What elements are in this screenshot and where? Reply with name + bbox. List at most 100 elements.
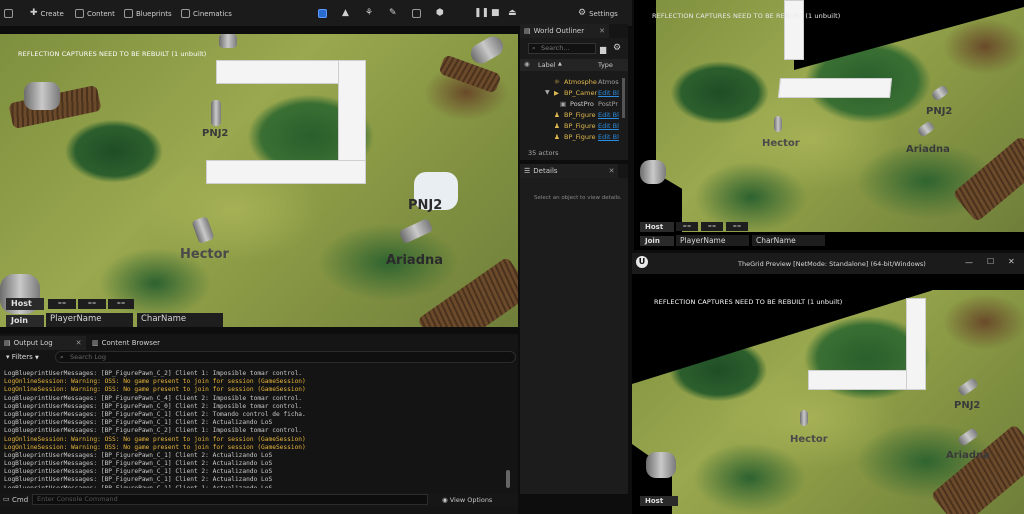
edit-blueprint-link[interactable]: Edit Bl [598, 111, 619, 119]
tab-details[interactable]: ☰ Details ✕ [520, 164, 619, 178]
host-button[interactable]: Host [6, 298, 44, 310]
log-search-input[interactable]: ⌕ Search Log [55, 351, 516, 363]
pnj2-small-pawn[interactable] [211, 100, 221, 126]
edit-blueprint-link[interactable]: Edit Bl [598, 133, 619, 141]
content-label: Content [87, 9, 115, 18]
widget-field[interactable]: == [78, 299, 106, 309]
outliner-row[interactable]: ♟ BP_Figure Edit Bl [520, 109, 620, 120]
join-button[interactable]: Join [6, 315, 44, 327]
pawn-cylinder[interactable] [640, 160, 666, 184]
search-icon: ⌕ [532, 44, 536, 52]
tab-world-outliner[interactable]: ▤ World Outliner ✕ [520, 24, 609, 38]
outliner-row[interactable]: ♟ BP_Figure Edit Bl [520, 120, 620, 131]
mesh-paint-button[interactable]: ✎ [389, 8, 397, 19]
stop-button[interactable]: ■ [491, 8, 500, 19]
modeling-button[interactable] [412, 8, 421, 19]
log-line: LogBlueprintUserMessages: [BP_FigurePawn… [4, 394, 303, 402]
hector-label: Hector [180, 247, 229, 262]
host-button[interactable]: Host [640, 496, 678, 506]
widget-field[interactable]: == [701, 222, 723, 231]
eject-button[interactable]: ⏏ [508, 8, 517, 19]
details-empty-text: Select an object to view details. [534, 195, 622, 201]
widget-field[interactable]: == [108, 299, 134, 309]
pause-icon: ❚❚ [474, 8, 490, 18]
outliner-tree: ☼ Atmosphe Atmos ▼ ▶ BP_Camer Edit Bl ▣ … [520, 76, 620, 144]
edit-blueprint-link[interactable]: Edit Bl [598, 89, 619, 97]
tab-output-log[interactable]: ▤ Output Log ✕ [0, 336, 86, 350]
cinematics-menu[interactable]: Cinematics [181, 8, 232, 19]
folder-icon: ▥ [92, 338, 99, 347]
client-viewport-top[interactable]: REFLECTION CAPTURES NEED TO BE REBUILT (… [634, 0, 1024, 250]
preview-titlebar[interactable]: U TheGrid Preview [NetMode: Standalone] … [632, 253, 1024, 274]
fracture-button[interactable]: ⬢ [436, 8, 444, 19]
settings-button[interactable]: ⚙ Settings [578, 8, 618, 19]
pawn-cylinder[interactable] [646, 452, 676, 478]
content-menu[interactable]: Content [75, 8, 115, 19]
preview-viewport[interactable]: REFLECTION CAPTURES NEED TO BE REBUILT (… [632, 274, 1024, 514]
close-icon[interactable]: ✕ [1008, 257, 1015, 266]
pawn-cylinder[interactable] [800, 410, 808, 426]
cmd-label[interactable]: Cmd [12, 496, 28, 504]
pawn-cylinder[interactable] [219, 34, 237, 48]
landscape-mode-button[interactable]: ▲ [342, 8, 349, 19]
blueprints-menu[interactable]: Blueprints [124, 8, 172, 19]
gear-icon[interactable]: ⚙ [613, 44, 621, 53]
folder-add-icon[interactable]: ▆ [600, 45, 606, 54]
foliage-mode-button[interactable]: ⚘ [365, 8, 373, 19]
pause-button[interactable]: ❚❚ [474, 8, 489, 19]
char-name-input[interactable]: CharName [137, 313, 223, 327]
close-icon[interactable]: ✕ [599, 27, 605, 35]
close-icon[interactable]: ✕ [76, 339, 82, 347]
filters-dropdown[interactable]: ▾ Filters ▼ [6, 353, 39, 361]
log-line: LogBlueprintUserMessages: [BP_FigurePawn… [4, 476, 273, 484]
minimize-icon[interactable]: — [965, 258, 973, 267]
player-name-input[interactable]: PlayerName [46, 313, 133, 327]
host-button[interactable]: Host [640, 222, 674, 232]
select-mode-button[interactable] [318, 8, 327, 19]
log-scrollbar[interactable] [506, 470, 510, 488]
widget-field[interactable]: == [676, 222, 698, 231]
outliner-icon: ▤ [524, 26, 531, 35]
outliner-scrollbar[interactable] [622, 78, 625, 118]
create-menu[interactable]: ✚ Create [30, 8, 64, 19]
column-label-header[interactable]: Label [538, 61, 556, 69]
outliner-row[interactable]: ☼ Atmosphe Atmos [520, 76, 620, 87]
view-options-button[interactable]: ◉ View Options [442, 496, 492, 504]
clapper-icon [181, 9, 190, 18]
chevron-down-icon: ▼ [34, 355, 39, 361]
column-type-header[interactable]: Type [598, 61, 613, 69]
outliner-tabbar: ▤ World Outliner ✕ [520, 24, 628, 38]
outliner-row[interactable]: ♟ BP_Figure Edit Bl [520, 131, 620, 142]
chevron-down-icon[interactable]: ▼ [545, 89, 550, 96]
pnj2-label: PNJ2 [408, 198, 443, 213]
hector-label: Hector [790, 434, 828, 445]
tab-output-log-label: Output Log [13, 339, 53, 347]
char-name-input[interactable]: CharName [752, 235, 825, 246]
save-button[interactable] [4, 8, 13, 19]
widget-field[interactable]: == [48, 299, 76, 309]
widget-field[interactable]: == [726, 222, 748, 231]
maximize-icon[interactable]: ☐ [987, 257, 994, 266]
pawn-cylinder[interactable] [24, 82, 60, 110]
hector-label: Hector [762, 138, 800, 149]
figure-icon: ♟ [554, 110, 560, 119]
outliner-row[interactable]: ▣ PostPro PostPr [520, 98, 620, 109]
log-lines: LogBlueprintUserMessages: [BP_FigurePawn… [4, 370, 504, 488]
console-input[interactable]: Enter Console Command [32, 494, 428, 505]
join-button[interactable]: Join [640, 236, 674, 246]
outliner-row[interactable]: ▼ ▶ BP_Camer Edit Bl [520, 87, 620, 98]
edit-blueprint-link[interactable]: Edit Bl [598, 122, 619, 130]
visibility-eye-icon[interactable]: ◉ [524, 60, 530, 68]
select-mode-icon [318, 9, 327, 18]
pawn-cylinder[interactable] [774, 116, 782, 132]
row-type: Atmos [598, 77, 619, 86]
sort-asc-icon: ▲ [558, 61, 562, 67]
main-viewport[interactable]: REFLECTION CAPTURES NEED TO BE REBUILT (… [0, 34, 518, 327]
camera-icon: ▶ [554, 88, 559, 97]
tab-content-browser[interactable]: ▥ Content Browser [88, 336, 164, 350]
outliner-search-input[interactable]: ⌕ Search... [528, 43, 596, 54]
log-line: LogBlueprintUserMessages: [BP_FigurePawn… [4, 451, 273, 459]
close-icon[interactable]: ✕ [609, 167, 615, 175]
player-name-input[interactable]: PlayerName [676, 235, 749, 246]
log-search-placeholder: Search Log [70, 353, 107, 361]
